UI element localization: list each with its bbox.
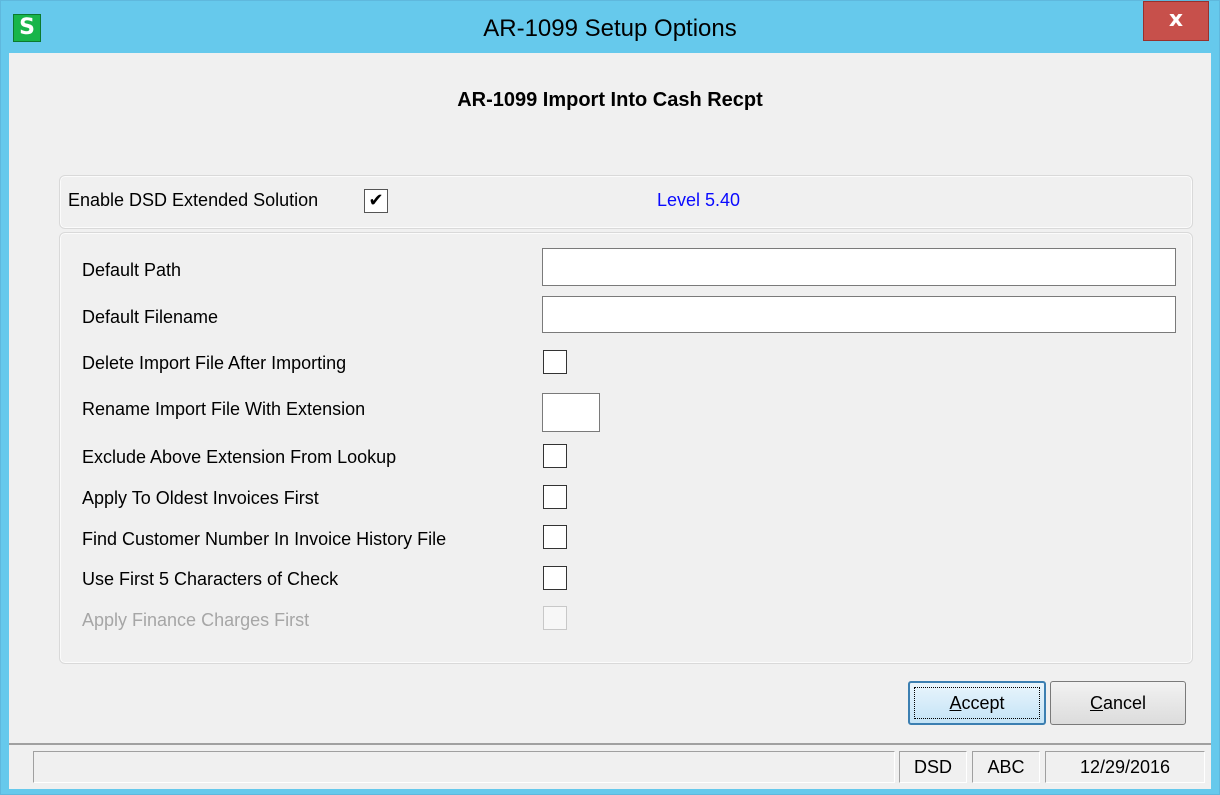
- level-version-text: Level 5.40: [657, 190, 741, 210]
- accept-button-label: Accept: [949, 693, 1004, 713]
- enable-group: Enable DSD Extended Solution ✔ Level 5.4…: [59, 175, 1193, 229]
- apply-finance-charges-checkbox: [543, 606, 567, 630]
- cancel-hotkey: C: [1089, 693, 1103, 713]
- default-path-label: Default Path: [82, 260, 182, 280]
- delete-import-file-label: Delete Import File After Importing: [82, 353, 347, 373]
- accept-button[interactable]: Accept: [908, 681, 1046, 725]
- default-filename-input[interactable]: [542, 296, 1176, 333]
- cancel-label-rest: ancel: [1102, 693, 1147, 713]
- dialog-client-area: AR-1099 Import Into Cash Recpt Enable DS…: [9, 53, 1211, 789]
- default-path-input[interactable]: [542, 248, 1176, 286]
- status-company: ABC: [972, 751, 1040, 783]
- status-bar: DSD ABC 12/29/2016: [9, 743, 1211, 789]
- cancel-button-label: Cancel: [1090, 693, 1146, 713]
- default-filename-label: Default Filename: [82, 307, 219, 327]
- apply-finance-charges-label: Apply Finance Charges First: [82, 610, 310, 630]
- use-first-5-characters-checkbox[interactable]: [543, 566, 567, 590]
- apply-oldest-invoices-label: Apply To Oldest Invoices First: [82, 488, 319, 508]
- enable-extended-solution-checkbox[interactable]: ✔: [364, 189, 388, 213]
- accept-label-rest: ccept: [961, 693, 1005, 713]
- apply-oldest-invoices-checkbox[interactable]: [543, 485, 567, 509]
- rename-import-file-label: Rename Import File With Extension: [82, 399, 366, 419]
- dialog-window: S AR-1099 Setup Options x AR-1099 Import…: [0, 0, 1220, 795]
- status-company-code: DSD: [899, 751, 967, 783]
- window-title: AR-1099 Setup Options: [483, 15, 737, 42]
- close-button[interactable]: x: [1143, 1, 1209, 41]
- find-customer-number-checkbox[interactable]: [543, 525, 567, 549]
- use-first-5-characters-label: Use First 5 Characters of Check: [82, 569, 339, 589]
- cancel-button[interactable]: Cancel: [1050, 681, 1186, 725]
- options-group: Default Path Default Filename Delete Imp…: [59, 232, 1193, 664]
- exclude-extension-label: Exclude Above Extension From Lookup: [82, 447, 397, 467]
- exclude-extension-checkbox[interactable]: [543, 444, 567, 468]
- accept-hotkey: A: [949, 693, 962, 713]
- dialog-heading: AR-1099 Import Into Cash Recpt: [457, 89, 763, 111]
- find-customer-number-label: Find Customer Number In Invoice History …: [82, 529, 447, 549]
- delete-import-file-checkbox[interactable]: [543, 350, 567, 374]
- status-date: 12/29/2016: [1045, 751, 1205, 783]
- status-message: [33, 751, 895, 783]
- enable-extended-solution-label: Enable DSD Extended Solution: [68, 190, 319, 210]
- rename-extension-input[interactable]: [542, 393, 600, 432]
